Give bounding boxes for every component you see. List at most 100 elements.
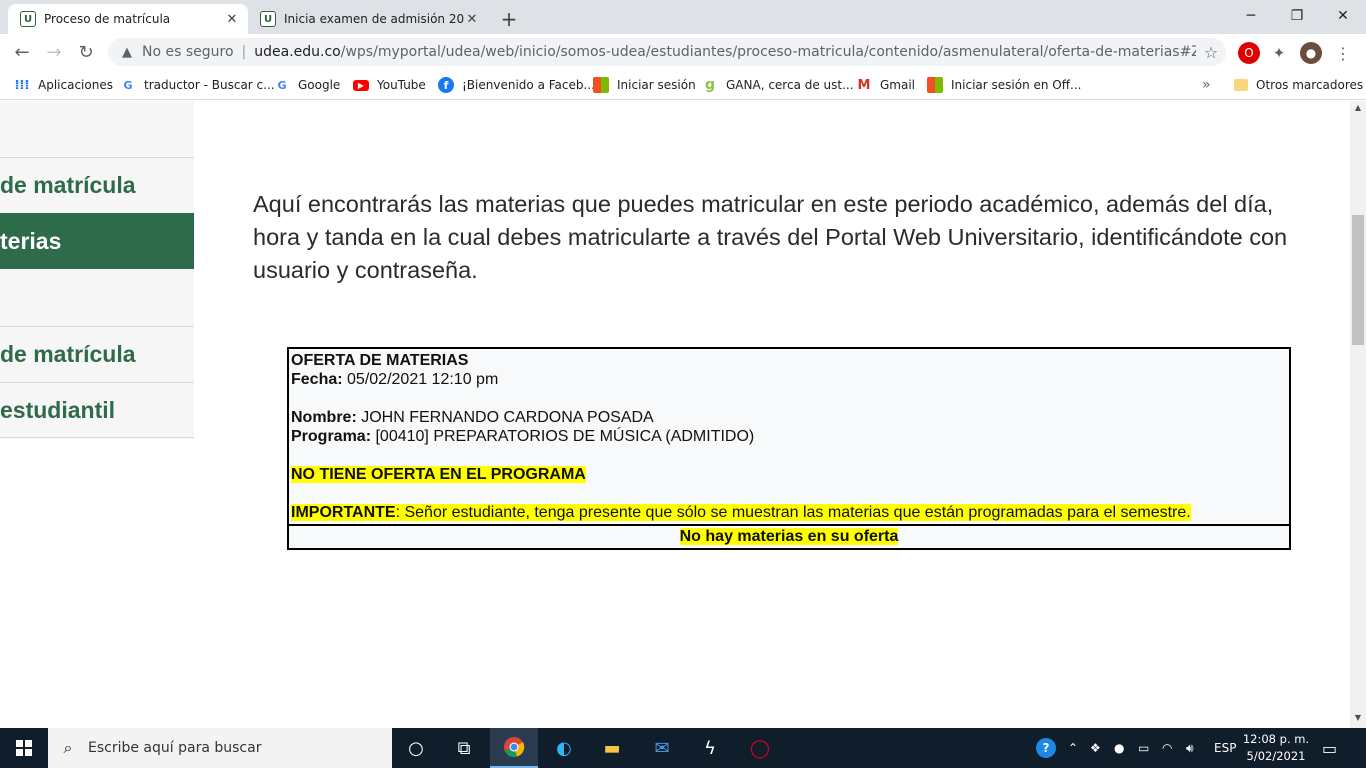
bookmark-iniciar-sesion[interactable]: Iniciar sesión <box>593 76 696 94</box>
bookmark-traductor[interactable]: G traductor - Buscar c... <box>120 76 275 94</box>
bookmark-gana[interactable]: g GANA, cerca de ust... <box>702 76 854 94</box>
other-bookmarks[interactable]: Otros marcadores <box>1234 76 1363 94</box>
file-explorer-icon[interactable]: ▬ <box>588 728 636 768</box>
scroll-up-arrow-icon[interactable]: ▲ <box>1350 103 1366 112</box>
vertical-scrollbar[interactable]: ▲ ▼ <box>1350 101 1366 728</box>
gmail-icon: M <box>857 77 871 93</box>
no-offer-row: NO TIENE OFERTA EN EL PROGRAMA <box>291 465 1287 484</box>
offer-program-row: Programa: [00410] PREPARATORIOS DE MÚSIC… <box>291 427 1287 446</box>
restore-button[interactable]: ❐ <box>1274 0 1320 32</box>
folder-icon <box>1234 79 1248 91</box>
bookmark-aplicaciones[interactable]: ⁞⁞⁞ Aplicaciones <box>14 76 113 94</box>
sidebar-item-label: terias <box>0 227 62 254</box>
tab-examen-admision[interactable]: U Inicia examen de admisión 2021- ✕ <box>248 4 488 34</box>
google-icon: G <box>277 78 287 92</box>
taskbar-search-box[interactable]: ⌕ Escribe aquí para buscar <box>48 728 392 768</box>
volume-icon[interactable]: 🔊︎ <box>1186 728 1194 768</box>
warning-icon[interactable]: ▲ <box>118 45 136 60</box>
battery-icon[interactable]: ▭ <box>1138 728 1149 768</box>
bookmark-label: YouTube <box>377 78 426 92</box>
opera-taskbar-icon[interactable]: ◯ <box>736 728 784 768</box>
offer-footer: No hay materias en su oferta <box>289 524 1289 548</box>
bookmark-google[interactable]: G Google <box>274 76 340 94</box>
scrollbar-thumb[interactable] <box>1352 215 1364 345</box>
chrome-taskbar-icon[interactable] <box>490 728 538 768</box>
separator: | <box>241 44 247 60</box>
sidebar-item-proceso-matricula[interactable]: de matrícula <box>0 157 194 213</box>
clock-time: 12:08 p. m. <box>1242 732 1310 746</box>
date-value: 05/02/2021 12:10 pm <box>347 371 499 388</box>
dropbox-icon[interactable]: ❖ <box>1090 728 1101 768</box>
forward-arrow-icon[interactable]: → <box>40 39 68 65</box>
sidebar-item-label: estudiantil <box>0 396 116 423</box>
offer-name-row: Nombre: JOHN FERNANDO CARDONA POSADA <box>291 408 1287 427</box>
program-label: Programa: <box>291 428 372 445</box>
bookmark-facebook[interactable]: f ¡Bienvenido a Faceb... <box>438 76 595 94</box>
browser-toolbar: ← → ↻ ▲ No es seguro | udea.edu.co/wps/m… <box>0 34 1366 70</box>
extensions-puzzle-icon[interactable]: ✦ <box>1268 42 1290 64</box>
show-hidden-icons-chevron-icon[interactable]: ⌃ <box>1068 728 1078 768</box>
sidebar-item-blank[interactable] <box>0 270 194 326</box>
security-label[interactable]: No es seguro <box>142 44 234 60</box>
search-icon: ⌕ <box>63 738 73 757</box>
mail-taskbar-icon[interactable]: ✉ <box>638 728 686 768</box>
tab-proceso-matricula[interactable]: U Proceso de matrícula ✕ <box>8 4 248 34</box>
clock-date: 5/02/2021 <box>1246 749 1306 763</box>
menu-kebab-icon[interactable]: ⋮ <box>1332 42 1354 64</box>
bookmark-label: traductor - Buscar c... <box>144 78 275 92</box>
cortana-icon[interactable]: ○ <box>392 728 440 768</box>
sidebar-item-oferta-materias[interactable]: terias <box>0 213 194 269</box>
reload-icon[interactable]: ↻ <box>72 39 100 65</box>
profile-avatar[interactable]: ● <box>1300 42 1322 64</box>
bookmark-label: Gmail <box>880 78 916 92</box>
close-window-button[interactable]: ✕ <box>1320 0 1366 32</box>
app-s-taskbar-icon[interactable]: ϟ <box>686 728 734 768</box>
bookmark-star-icon[interactable]: ☆ <box>1196 43 1226 62</box>
network-status-icon[interactable]: ● <box>1114 728 1124 768</box>
bookmarks-overflow-button[interactable]: » <box>1202 76 1211 94</box>
close-tab-icon[interactable]: ✕ <box>224 12 240 27</box>
edge-taskbar-icon[interactable]: ◐ <box>540 728 588 768</box>
back-arrow-icon[interactable]: ← <box>8 39 36 65</box>
bookmark-label: Aplicaciones <box>38 78 113 92</box>
url-domain: udea.edu.co <box>254 44 341 60</box>
udea-favicon-icon: U <box>260 11 276 27</box>
sidebar-item-calendario-matricula[interactable]: de matrícula <box>0 326 194 382</box>
sidebar-item-bienestar-estudiantil[interactable]: estudiantil <box>0 382 194 438</box>
notifications-icon[interactable]: ▭ <box>1322 728 1337 768</box>
windows-logo-icon <box>16 740 32 756</box>
new-tab-button[interactable]: + <box>496 6 522 32</box>
address-bar[interactable]: ▲ No es seguro | udea.edu.co/wps/myporta… <box>108 38 1226 66</box>
bookmark-gmail[interactable]: M Gmail <box>856 76 915 94</box>
bookmarks-bar: ⁞⁞⁞ Aplicaciones G traductor - Buscar c.… <box>0 70 1366 100</box>
bookmark-label: Otros marcadores <box>1256 78 1364 92</box>
important-label: IMPORTANTE <box>291 504 396 521</box>
offer-heading: OFERTA DE MATERIAS <box>291 352 469 369</box>
bookmark-label: Iniciar sesión <box>617 78 696 92</box>
bookmark-office[interactable]: Iniciar sesión en Off... <box>927 76 1081 94</box>
help-icon[interactable]: ? <box>1036 728 1060 768</box>
date-label: Fecha: <box>291 371 343 388</box>
chrome-logo-icon <box>504 737 525 757</box>
windows-taskbar: ⌕ Escribe aquí para buscar ○ ⧉ ◐ ▬ ✉ ϟ ◯… <box>0 728 1366 768</box>
language-indicator[interactable]: ESP <box>1214 728 1236 768</box>
wifi-icon[interactable]: ◠ <box>1162 728 1172 768</box>
url-text[interactable]: udea.edu.co/wps/myportal/udea/web/inicio… <box>254 44 1196 60</box>
sidebar-item-label: de matrícula <box>0 341 136 367</box>
minimize-button[interactable]: ─ <box>1228 0 1274 32</box>
important-row: IMPORTANTE: Señor estudiante, tenga pres… <box>291 503 1287 522</box>
clock[interactable]: 12:08 p. m. 5/02/2021 <box>1240 731 1312 765</box>
bookmark-youtube[interactable]: ▶ YouTube <box>353 76 426 94</box>
no-subjects-notice: No hay materias en su oferta <box>679 528 899 545</box>
task-view-icon[interactable]: ⧉ <box>440 728 488 768</box>
important-text: : Señor estudiante, tenga presente que s… <box>395 504 1191 521</box>
search-placeholder: Escribe aquí para buscar <box>88 740 262 756</box>
scroll-down-arrow-icon[interactable]: ▼ <box>1350 713 1366 722</box>
close-tab-icon[interactable]: ✕ <box>464 12 480 27</box>
windows-start-button[interactable] <box>0 728 48 768</box>
tab-title: Proceso de matrícula <box>44 12 171 26</box>
opera-extension-icon[interactable]: O <box>1238 42 1260 64</box>
bookmark-label: Google <box>298 78 341 92</box>
url-path: /wps/myportal/udea/web/inicio/somos-udea… <box>340 44 1196 60</box>
